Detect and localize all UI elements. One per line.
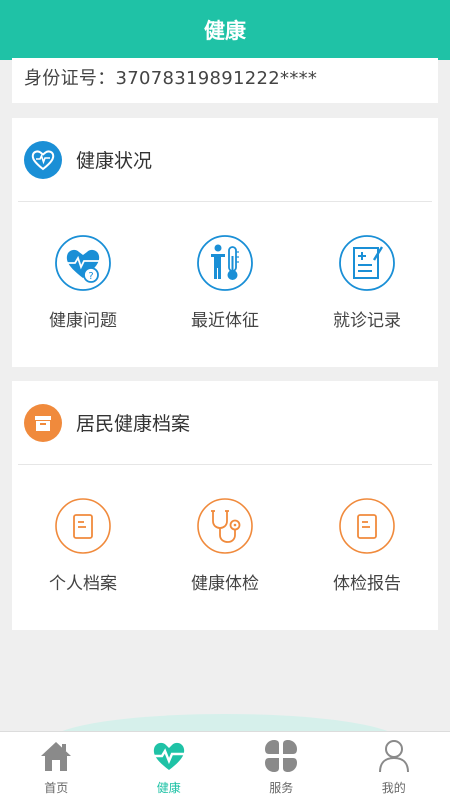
health-archive-title: 居民健康档案: [76, 413, 191, 435]
heartbeat-icon: [151, 742, 186, 770]
page-header: 健康: [0, 0, 450, 60]
tab-health[interactable]: 健康: [113, 732, 226, 800]
id-number-text: 身份证号：37078319891222****: [24, 68, 318, 89]
tab-health-label: 健康: [156, 781, 181, 795]
stethoscope-icon: [197, 498, 253, 554]
health-checkup-item[interactable]: 健康体检: [154, 465, 296, 629]
health-problems-label: 健康问题: [49, 311, 117, 331]
page-title: 健康: [204, 19, 246, 43]
bottom-tab-bar: 首页 健康 服务 我的: [0, 731, 450, 800]
health-status-header: 健康状况: [18, 118, 432, 202]
user-icon: [378, 740, 409, 773]
tab-mine[interactable]: 我的: [338, 732, 450, 800]
visit-records-item[interactable]: 就诊记录: [296, 202, 438, 366]
personal-archive-item[interactable]: 个人档案: [12, 465, 154, 629]
recent-signs-label: 最近体征: [191, 311, 259, 331]
archive-box-icon: [24, 403, 62, 442]
health-checkup-label: 健康体检: [191, 574, 259, 594]
document-icon: [55, 498, 111, 554]
health-archive-header: 居民健康档案: [18, 381, 432, 465]
heart-shield-icon: [24, 140, 62, 179]
tab-services[interactable]: 服务: [225, 732, 338, 800]
health-status-title: 健康状况: [76, 150, 153, 172]
tab-home[interactable]: 首页: [0, 732, 113, 800]
visit-records-label: 就诊记录: [333, 311, 401, 331]
heart-question-icon: ?: [55, 235, 111, 291]
clipboard-plus-icon: [339, 235, 395, 291]
tab-services-label: 服务: [269, 781, 294, 795]
decorative-wave: [60, 714, 390, 732]
tab-home-label: 首页: [44, 781, 69, 795]
personal-archive-label: 个人档案: [49, 574, 117, 594]
id-card-info: 身份证号：37078319891222****: [12, 58, 438, 103]
home-icon: [41, 742, 72, 771]
checkup-report-item[interactable]: 体检报告: [296, 465, 438, 629]
grid-icon: [265, 740, 298, 772]
health-archive-card: 居民健康档案 个人档案 健康体检 体检报告: [12, 381, 438, 630]
report-icon: [339, 498, 395, 554]
person-thermometer-icon: [197, 235, 253, 291]
svg-text:?: ?: [88, 271, 93, 282]
checkup-report-label: 体检报告: [333, 574, 401, 594]
health-status-card: 健康状况 ? 健康问题 最近体征 就诊记录: [12, 118, 438, 367]
recent-signs-item[interactable]: 最近体征: [154, 202, 296, 366]
health-problems-item[interactable]: ? 健康问题: [12, 202, 154, 366]
tab-mine-label: 我的: [381, 781, 406, 795]
